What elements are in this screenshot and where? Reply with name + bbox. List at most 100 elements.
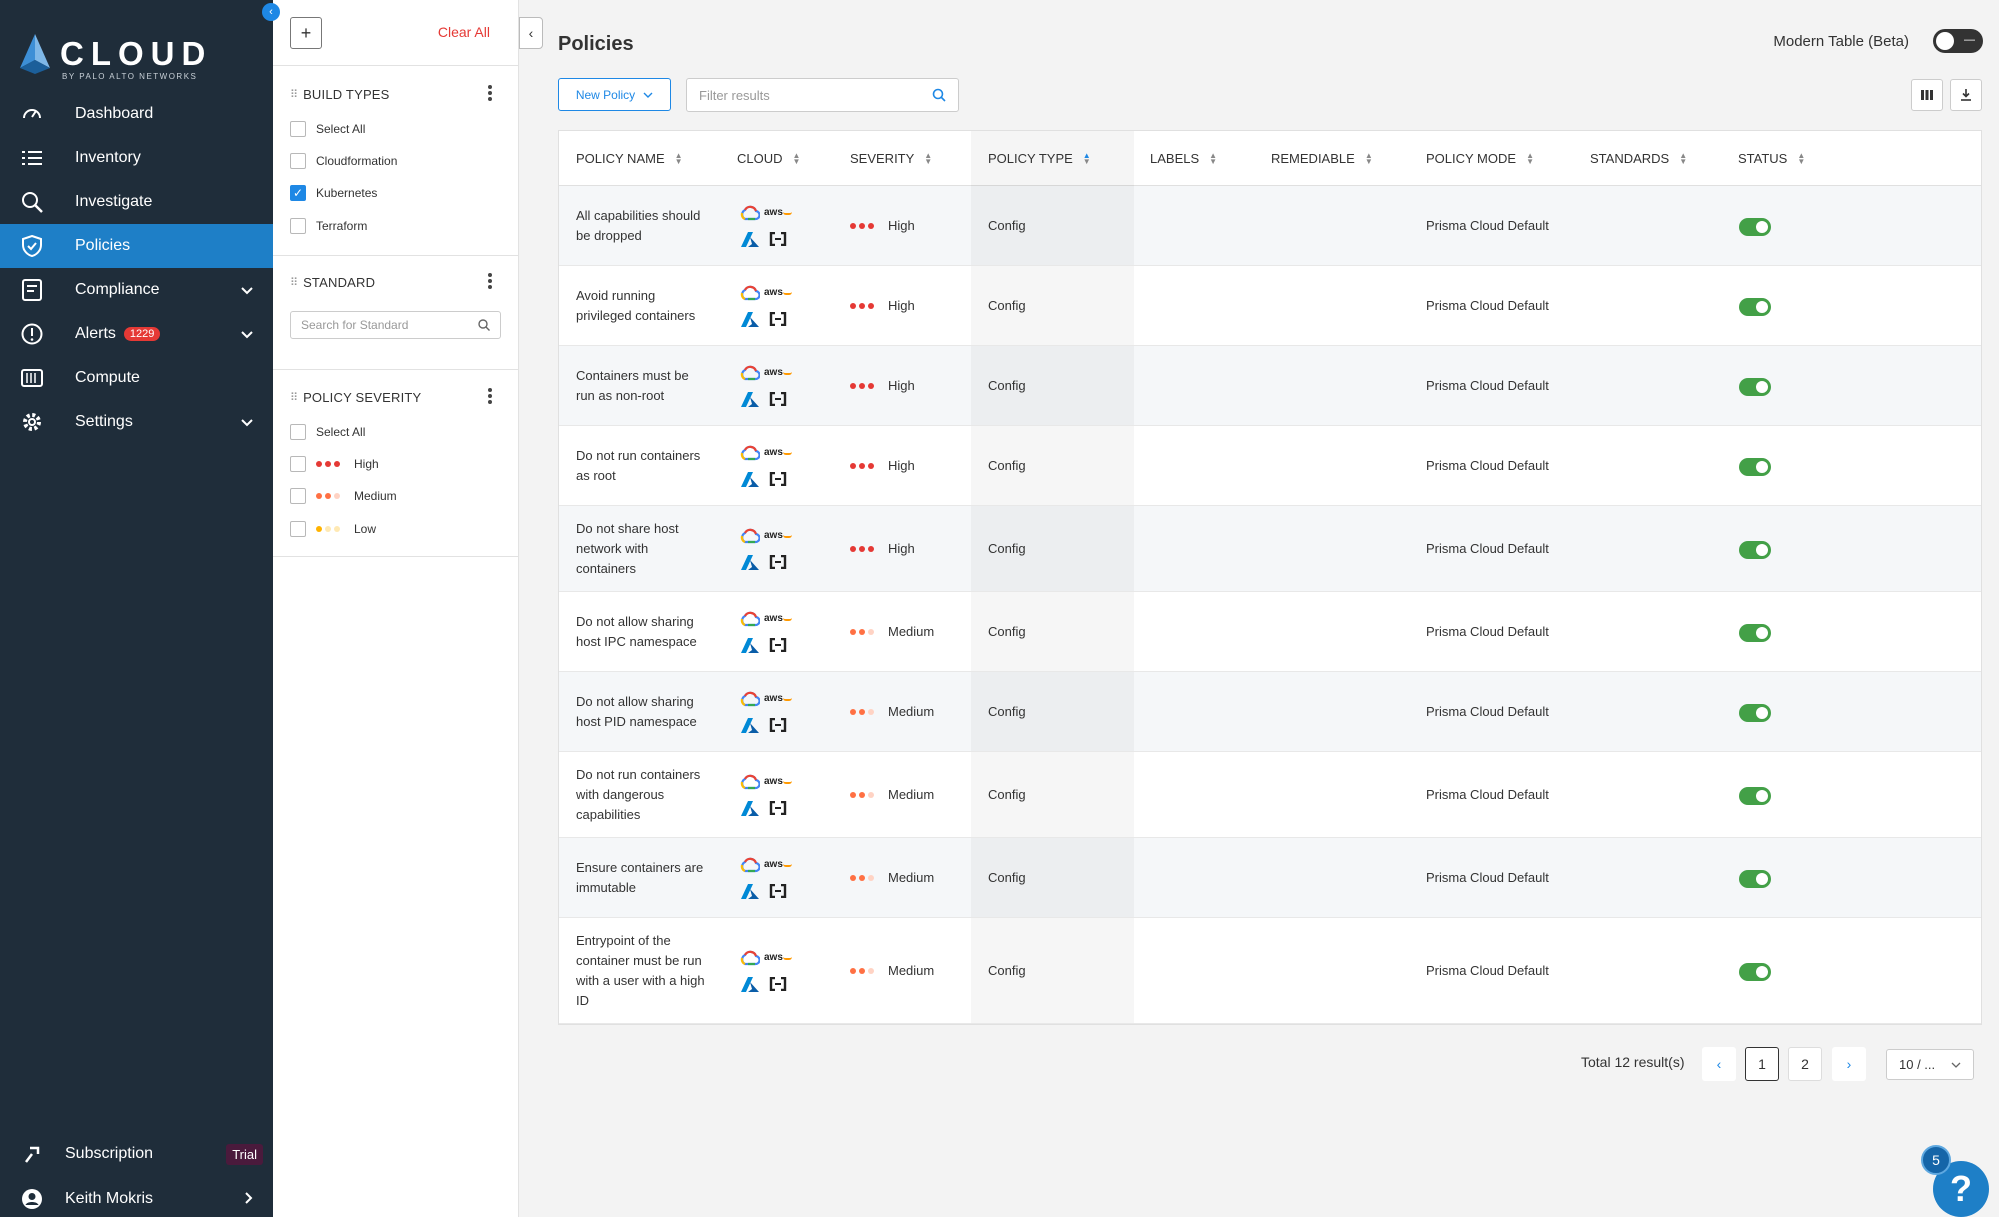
sidebar-item-label: Investigate [75, 193, 153, 210]
sidebar-item-label: Settings [75, 413, 133, 430]
brand-logo[interactable]: CLOUD BY PALO ALTO NETWORKS [16, 32, 212, 81]
user-menu[interactable]: Keith Mokris [0, 1177, 273, 1217]
status-toggle[interactable] [1739, 963, 1771, 981]
sidebar-item-label: Policies [75, 237, 131, 254]
status-toggle[interactable] [1739, 704, 1771, 722]
page-1-button[interactable]: 1 [1745, 1047, 1779, 1081]
checkbox[interactable] [290, 218, 306, 234]
col-policy-type[interactable]: POLICY TYPE ▲ ▼ [988, 131, 1091, 186]
policy-name-link[interactable]: Do not run containers with dangerous cap… [576, 765, 711, 825]
drag-handle-icon[interactable]: ⠿ [290, 88, 298, 101]
status-toggle[interactable] [1739, 870, 1771, 888]
checkbox[interactable] [290, 424, 306, 440]
checkbox[interactable] [290, 456, 306, 472]
sidebar-item-alerts[interactable]: Alerts 1229 [0, 312, 273, 356]
page-2-button[interactable]: 2 [1788, 1047, 1822, 1081]
col-labels[interactable]: LABELS ▲ ▼ [1150, 131, 1217, 186]
next-page-button[interactable]: › [1832, 1047, 1866, 1081]
checkbox[interactable] [290, 121, 306, 137]
sidebar-item-investigate[interactable]: Investigate [0, 180, 273, 224]
sidebar-item-compliance[interactable]: Compliance [0, 268, 273, 312]
standard-menu-icon[interactable] [488, 273, 492, 289]
policy-name-link[interactable]: All capabilities should be dropped [576, 206, 711, 246]
status-toggle[interactable] [1739, 624, 1771, 642]
standard-search-input[interactable]: Search for Standard [290, 311, 501, 339]
download-button[interactable] [1950, 79, 1982, 111]
build-type-terraform[interactable]: Terraform [290, 218, 367, 234]
severity-select-all[interactable]: Select All [290, 424, 365, 440]
sidebar-item-settings[interactable]: Settings [0, 400, 273, 444]
table-row[interactable]: Do not share host network with container… [559, 506, 1981, 592]
status-toggle[interactable] [1739, 541, 1771, 559]
table-row[interactable]: Do not allow sharing host IPC namespace … [559, 592, 1981, 672]
col-severity[interactable]: SEVERITY ▲ ▼ [850, 131, 932, 186]
table-row[interactable]: Do not run containers as root aws High C… [559, 426, 1981, 506]
policy-name-link[interactable]: Ensure containers are immutable [576, 858, 711, 898]
table-row[interactable]: All capabilities should be dropped aws H… [559, 186, 1981, 266]
sidebar-collapse-button[interactable]: ‹ [262, 3, 280, 21]
build-type-select-all[interactable]: Select All [290, 121, 365, 137]
policy-type-cell: Config [988, 704, 1026, 719]
table-row[interactable]: Do not allow sharing host PID namespace … [559, 672, 1981, 752]
checkbox[interactable] [290, 488, 306, 504]
download-icon [1961, 89, 1971, 101]
build-type-kubernetes[interactable]: ✓ Kubernetes [290, 185, 377, 201]
section-label: STANDARD [303, 275, 376, 290]
col-policy-mode[interactable]: POLICY MODE ▲ ▼ [1426, 131, 1534, 186]
severity-medium-icon [850, 791, 874, 798]
severity-low-icon [316, 526, 340, 532]
table-row[interactable]: Ensure containers are immutable aws Medi… [559, 838, 1981, 918]
filter-panel: + Clear All ⠿ BUILD TYPES Select All Clo… [273, 0, 519, 1217]
policy-name-link[interactable]: Do not allow sharing host PID namespace [576, 692, 711, 732]
status-toggle[interactable] [1739, 787, 1771, 805]
col-standards[interactable]: STANDARDS ▲ ▼ [1590, 131, 1687, 186]
policy-name-link[interactable]: Avoid running privileged containers [576, 286, 711, 326]
checkbox[interactable] [290, 521, 306, 537]
chevron-down-icon [241, 282, 253, 300]
filter-panel-collapse-button[interactable]: ‹ [519, 17, 543, 49]
columns-button[interactable] [1911, 79, 1943, 111]
drag-handle-icon[interactable]: ⠿ [290, 391, 298, 404]
status-toggle[interactable] [1739, 458, 1771, 476]
severity-low[interactable]: Low [290, 521, 376, 537]
sidebar-item-compute[interactable]: Compute [0, 356, 273, 400]
table-row[interactable]: Containers must be run as non-root aws H… [559, 346, 1981, 426]
filter-results-input[interactable]: Filter results [686, 78, 959, 112]
policy-name-link[interactable]: Containers must be run as non-root [576, 366, 711, 406]
page-size-select[interactable]: 10 / ... [1886, 1049, 1974, 1080]
drag-handle-icon[interactable]: ⠿ [290, 276, 298, 289]
sidebar-item-policies[interactable]: Policies [0, 224, 273, 268]
col-policy-name[interactable]: POLICY NAME ▲ ▼ [576, 131, 683, 186]
azure-icon [736, 881, 764, 901]
severity-high[interactable]: High [290, 456, 379, 472]
sidebar-item-inventory[interactable]: Inventory [0, 136, 273, 180]
status-toggle[interactable] [1739, 298, 1771, 316]
table-row[interactable]: Do not run containers with dangerous cap… [559, 752, 1981, 838]
build-types-menu-icon[interactable] [488, 85, 492, 101]
checkbox-checked[interactable]: ✓ [290, 185, 306, 201]
checkbox[interactable] [290, 153, 306, 169]
policy-name-link[interactable]: Do not run containers as root [576, 446, 711, 486]
sidebar-item-subscription[interactable]: Subscription Trial [0, 1132, 273, 1176]
table-row[interactable]: Entrypoint of the container must be run … [559, 918, 1981, 1024]
sidebar-item-dashboard[interactable]: Dashboard [0, 92, 273, 136]
policy-name-link[interactable]: Entrypoint of the container must be run … [576, 931, 711, 1011]
severity-medium[interactable]: Medium [290, 488, 397, 504]
clear-all-link[interactable]: Clear All [438, 24, 490, 40]
col-status[interactable]: STATUS ▲ ▼ [1738, 131, 1805, 186]
severity-menu-icon[interactable] [488, 388, 492, 404]
new-policy-button[interactable]: New Policy [558, 78, 671, 111]
chevron-down-icon [241, 414, 253, 432]
modern-table-toggle[interactable]: — [1933, 29, 1983, 53]
policy-name-link[interactable]: Do not allow sharing host IPC namespace [576, 612, 711, 652]
status-toggle[interactable] [1739, 218, 1771, 236]
status-toggle[interactable] [1739, 378, 1771, 396]
help-icon: ? [1950, 1168, 1972, 1209]
build-type-cloudformation[interactable]: Cloudformation [290, 153, 397, 169]
col-cloud[interactable]: CLOUD ▲ ▼ [737, 131, 800, 186]
add-filter-button[interactable]: + [290, 17, 322, 49]
col-remediable[interactable]: REMEDIABLE ▲ ▼ [1271, 131, 1373, 186]
policy-name-link[interactable]: Do not share host network with container… [576, 519, 711, 579]
table-row[interactable]: Avoid running privileged containers aws … [559, 266, 1981, 346]
prev-page-button[interactable]: ‹ [1702, 1047, 1736, 1081]
